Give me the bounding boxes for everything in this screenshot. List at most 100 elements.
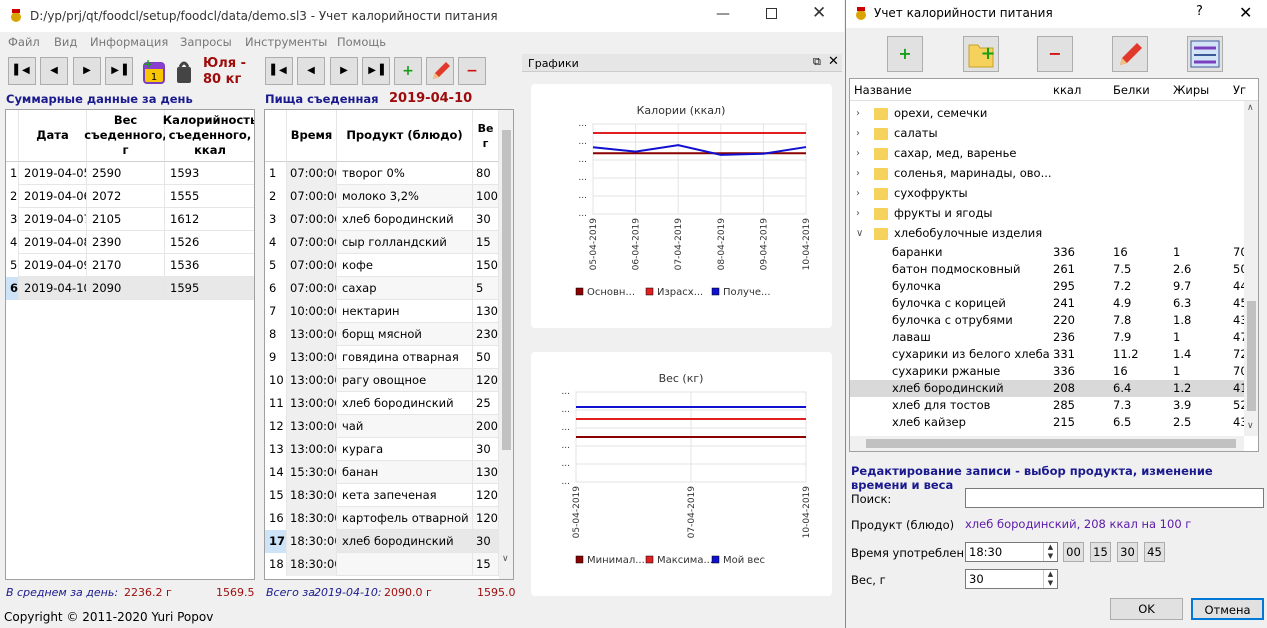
- minute-00-button[interactable]: 00: [1063, 542, 1084, 562]
- menu-queries[interactable]: Запросы: [180, 35, 232, 49]
- tree-folder-row[interactable]: › сухофрукты: [850, 185, 1258, 202]
- table-row[interactable]: 17 18:30:00 хлеб бородинский 30: [265, 530, 499, 553]
- tree-item-row[interactable]: булочка с отрубями 220 7.8 1.8 43: [850, 312, 1258, 329]
- maximize-icon[interactable]: [766, 8, 777, 19]
- table-row[interactable]: 2 2019-04-06 2072 1555: [6, 185, 254, 208]
- table-row[interactable]: 2 07:00:00 молоко 3,2% 100: [265, 185, 499, 208]
- dialog-close-icon[interactable]: ✕: [1239, 3, 1252, 22]
- table-row[interactable]: 5 2019-04-09 2170 1536: [6, 254, 254, 277]
- food-add-button[interactable]: +: [394, 57, 422, 85]
- col-calories-header[interactable]: Калорийность съеденного, ккал: [163, 110, 254, 162]
- tree-col-carbs[interactable]: Уг: [1233, 83, 1246, 97]
- table-row[interactable]: 7 10:00:00 нектарин 130: [265, 300, 499, 323]
- table-row[interactable]: 4 07:00:00 сыр голландский 15: [265, 231, 499, 254]
- minute-45-button[interactable]: 45: [1144, 542, 1165, 562]
- ok-button[interactable]: OK: [1110, 598, 1183, 620]
- chevron-right-icon[interactable]: ›: [856, 125, 860, 142]
- tree-item-row[interactable]: булочка 295 7.2 9.7 44: [850, 278, 1258, 295]
- time-input[interactable]: 18:30 ▲ ▼: [965, 542, 1058, 562]
- minute-30-button[interactable]: 30: [1117, 542, 1138, 562]
- next-record-button[interactable]: ▶: [73, 57, 101, 85]
- add-day-button[interactable]: 1 +: [138, 57, 166, 85]
- table-row[interactable]: 1 2019-04-05 2590 1593: [6, 162, 254, 185]
- table-row[interactable]: 1 07:00:00 творог 0% 80: [265, 162, 499, 185]
- table-row[interactable]: 13 13:00:00 курага 30: [265, 438, 499, 461]
- scroll-down-icon[interactable]: ∨: [1247, 421, 1254, 431]
- food-first-button[interactable]: ▌◀: [265, 57, 293, 85]
- tree-col-name[interactable]: Название: [854, 83, 912, 97]
- tree-folder-row[interactable]: › орехи, семечки: [850, 105, 1258, 122]
- table-row[interactable]: 14 15:30:00 банан 130: [265, 461, 499, 484]
- food-delete-button[interactable]: −: [458, 57, 486, 85]
- tree-col-kcal[interactable]: ккал: [1053, 83, 1081, 97]
- prev-record-button[interactable]: ◀: [40, 57, 68, 85]
- first-record-button[interactable]: ▌◀: [8, 57, 36, 85]
- col-product-header[interactable]: Продукт (блюдо): [337, 110, 473, 162]
- table-row[interactable]: 5 07:00:00 кофе 150: [265, 254, 499, 277]
- food-edit-button[interactable]: [426, 57, 454, 85]
- table-row[interactable]: 6 2019-04-10 2090 1595: [6, 277, 254, 300]
- menu-info[interactable]: Информация: [90, 35, 168, 49]
- menu-tools[interactable]: Инструменты: [245, 35, 327, 49]
- food-prev-button[interactable]: ◀: [297, 57, 325, 85]
- chevron-right-icon[interactable]: ›: [856, 205, 860, 222]
- tree-item-row[interactable]: булочка с корицей 241 4.9 6.3 45: [850, 295, 1258, 312]
- chevron-right-icon[interactable]: ›: [856, 145, 860, 162]
- tree-hscrollbar[interactable]: [850, 436, 1244, 451]
- table-row[interactable]: 10 13:00:00 рагу овощное 120: [265, 369, 499, 392]
- dialog-edit-button[interactable]: [1112, 36, 1148, 72]
- tree-col-protein[interactable]: Белки: [1113, 83, 1150, 97]
- table-row[interactable]: 4 2019-04-08 2390 1526: [6, 231, 254, 254]
- tree-scrollbar[interactable]: ∧ ∨: [1244, 101, 1258, 436]
- cancel-button[interactable]: Отмена: [1191, 598, 1264, 620]
- help-icon[interactable]: ?: [1196, 4, 1203, 19]
- tree-col-fat[interactable]: Жиры: [1173, 83, 1209, 97]
- food-scrollbar[interactable]: ∨: [499, 110, 513, 579]
- minute-15-button[interactable]: 15: [1090, 542, 1111, 562]
- chevron-right-icon[interactable]: ›: [856, 165, 860, 182]
- tree-hscroll-thumb[interactable]: [866, 439, 1236, 448]
- table-row[interactable]: 15 18:30:00 кета запеченая 120: [265, 484, 499, 507]
- table-row[interactable]: 6 07:00:00 сахар 5: [265, 277, 499, 300]
- time-spinner[interactable]: ▲ ▼: [1043, 543, 1057, 561]
- chevron-right-icon[interactable]: ›: [856, 105, 860, 122]
- weight-spinner[interactable]: ▲ ▼: [1043, 570, 1057, 588]
- tree-item-row[interactable]: баранки 336 16 1 70: [850, 244, 1258, 261]
- menu-file[interactable]: Файл: [8, 35, 40, 49]
- tree-folder-row[interactable]: ∨ хлебобулочные изделия: [850, 225, 1258, 242]
- tree-folder-row[interactable]: › салаты: [850, 125, 1258, 142]
- last-record-button[interactable]: ▶▐: [105, 57, 133, 85]
- float-icon[interactable]: ⧉: [813, 55, 821, 69]
- tree-item-row[interactable]: батон подмосковный 261 7.5 2.6 50: [850, 261, 1258, 278]
- col-date-header[interactable]: Дата: [19, 110, 87, 162]
- chevron-down-icon[interactable]: ∨: [856, 225, 863, 242]
- chevron-right-icon[interactable]: ›: [856, 185, 860, 202]
- menu-help[interactable]: Помощь: [337, 35, 386, 49]
- table-row[interactable]: 8 13:00:00 борщ мясной 230: [265, 323, 499, 346]
- table-row[interactable]: 18 18:30:00 15: [265, 553, 499, 576]
- tree-item-row[interactable]: сухарики из белого хлеба 331 11.2 1.4 72: [850, 346, 1258, 363]
- tree-folder-row[interactable]: › соленья, маринады, ово...: [850, 165, 1258, 182]
- summary-table[interactable]: Дата Вес съеденного, г Калорийность съед…: [5, 109, 255, 580]
- product-tree[interactable]: Название ккал Белки Жиры Уг › орехи, семе…: [849, 78, 1259, 452]
- menu-view[interactable]: Вид: [54, 35, 77, 49]
- food-table[interactable]: Время Продукт (блюдо) Ве г 1 07:00:00 твор…: [264, 109, 514, 580]
- food-last-button[interactable]: ▶▐: [362, 57, 390, 85]
- close-icon[interactable]: ✕: [812, 3, 826, 23]
- col-weight-header[interactable]: Ве г: [473, 110, 499, 162]
- table-row[interactable]: 9 13:00:00 говядина отварная 50: [265, 346, 499, 369]
- tree-item-row[interactable]: сухарики ржаные 336 16 1 70: [850, 363, 1258, 380]
- tree-scroll-thumb[interactable]: [1247, 301, 1256, 411]
- scroll-thumb[interactable]: [502, 130, 511, 450]
- tree-item-row[interactable]: лаваш 236 7.9 1 47: [850, 329, 1258, 346]
- tree-item-row[interactable]: хлеб бородинский 208 6.4 1.2 41: [850, 380, 1258, 397]
- table-row[interactable]: 3 2019-04-07 2105 1612: [6, 208, 254, 231]
- col-time-header[interactable]: Время: [287, 110, 337, 162]
- table-row[interactable]: 3 07:00:00 хлеб бородинский 30: [265, 208, 499, 231]
- col-weight-header[interactable]: Вес съеденного, г: [84, 110, 167, 162]
- table-row[interactable]: 11 13:00:00 хлеб бородинский 25: [265, 392, 499, 415]
- search-input[interactable]: [965, 488, 1264, 508]
- weight-input[interactable]: 30 ▲ ▼: [965, 569, 1058, 589]
- tree-folder-row[interactable]: › сахар, мед, варенье: [850, 145, 1258, 162]
- table-row[interactable]: 12 13:00:00 чай 200: [265, 415, 499, 438]
